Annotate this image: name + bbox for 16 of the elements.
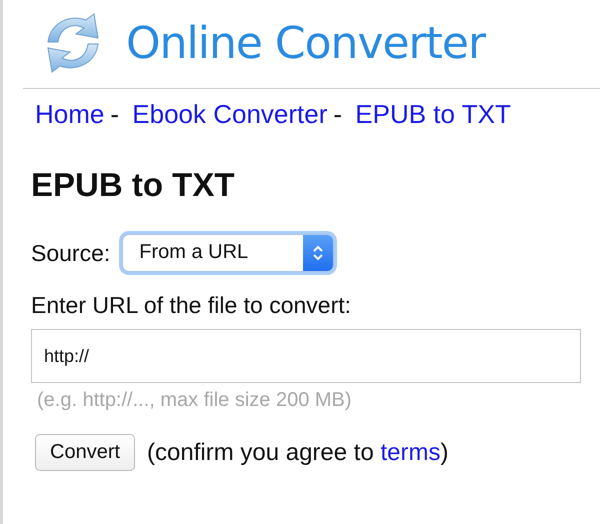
- breadcrumb-separator: -: [110, 99, 120, 129]
- url-input[interactable]: http://: [31, 329, 581, 383]
- convert-button[interactable]: Convert: [35, 434, 136, 471]
- source-label: Source:: [31, 240, 110, 266]
- source-select[interactable]: From a URL: [122, 234, 334, 272]
- page-heading: EPUB to TXT: [31, 166, 236, 204]
- site-title[interactable]: Online Converter: [126, 18, 486, 68]
- breadcrumb-link[interactable]: Ebook Converter: [132, 99, 328, 129]
- hint-text: (e.g. http://..., max file size 200 MB): [37, 389, 353, 412]
- url-label: Enter URL of the file to convert:: [31, 292, 352, 319]
- chevron-up-down-icon: [313, 245, 324, 261]
- breadcrumb-link[interactable]: EPUB to TXT: [355, 99, 511, 129]
- breadcrumb-separator: -: [333, 99, 342, 129]
- terms-note: (confirm you agree to terms): [147, 438, 448, 466]
- breadcrumb-link[interactable]: Home: [35, 99, 104, 129]
- terms-link[interactable]: terms: [380, 438, 440, 466]
